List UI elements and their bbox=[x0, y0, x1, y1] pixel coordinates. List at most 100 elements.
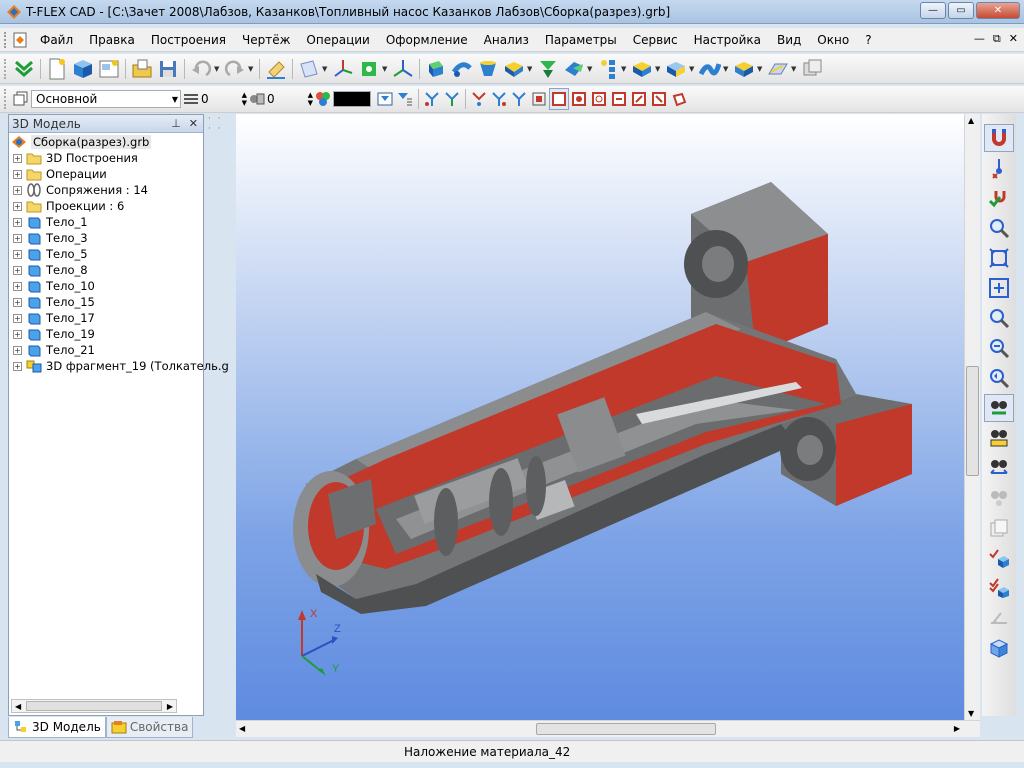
menu-settings[interactable]: Настройка bbox=[686, 33, 769, 47]
snap-point-icon[interactable] bbox=[984, 154, 1014, 182]
tree-expander[interactable]: + bbox=[13, 329, 22, 339]
tree-expander[interactable]: + bbox=[13, 249, 22, 259]
fillet-icon[interactable] bbox=[629, 56, 655, 82]
scroll-up-arrow-icon[interactable]: ▲ bbox=[968, 116, 974, 125]
close-button[interactable]: ✕ bbox=[976, 2, 1020, 19]
tab-properties[interactable]: Свойства bbox=[105, 717, 194, 738]
tree-expander[interactable]: + bbox=[13, 217, 22, 227]
select-surface-icon[interactable] bbox=[629, 88, 649, 110]
scroll-left-arrow-icon[interactable]: ◀ bbox=[239, 724, 245, 733]
lcs-icon[interactable] bbox=[330, 56, 356, 82]
view-options-icon[interactable] bbox=[799, 56, 825, 82]
tree-expander[interactable]: + bbox=[13, 361, 22, 371]
splitter-grip[interactable]: · · · · bbox=[208, 114, 232, 134]
document-icon[interactable] bbox=[12, 32, 28, 48]
zoom-extents-icon[interactable] bbox=[984, 244, 1014, 272]
tree-expander[interactable]: + bbox=[13, 169, 22, 179]
open-file-icon[interactable] bbox=[129, 56, 155, 82]
rotation-icon[interactable] bbox=[449, 56, 475, 82]
menu-analysis[interactable]: Анализ bbox=[476, 33, 537, 47]
tree-expander[interactable]: + bbox=[13, 297, 22, 307]
zoom-view-icon[interactable] bbox=[984, 454, 1014, 482]
boolean-icon[interactable] bbox=[561, 56, 587, 82]
tree-expander[interactable]: + bbox=[13, 153, 22, 163]
select-solid-icon[interactable] bbox=[669, 88, 689, 110]
mdi-close-button[interactable]: ✕ bbox=[1009, 32, 1018, 46]
select-constraint-icon[interactable] bbox=[609, 88, 629, 110]
color-palette-icon[interactable] bbox=[313, 88, 333, 110]
menu-operations[interactable]: Операции bbox=[298, 33, 377, 47]
select-vertex-icon[interactable] bbox=[469, 88, 489, 110]
new-drawing-icon[interactable] bbox=[96, 56, 122, 82]
toolbar-grip-2[interactable] bbox=[4, 89, 8, 109]
vertical-scroll-thumb[interactable] bbox=[966, 366, 979, 476]
tree-expander[interactable]: + bbox=[13, 201, 22, 211]
toolbar-grip[interactable] bbox=[4, 58, 8, 79]
tree-item-body[interactable]: + Тело_21 bbox=[9, 342, 203, 358]
tab-3d-model[interactable]: 3D Модель bbox=[8, 717, 106, 738]
measure-icon[interactable] bbox=[984, 604, 1014, 632]
tree-item-body[interactable]: + Тело_1 bbox=[9, 214, 203, 230]
menu-parameters[interactable]: Параметры bbox=[537, 33, 625, 47]
select-edge-icon[interactable] bbox=[489, 88, 509, 110]
menu-help[interactable]: ? bbox=[857, 33, 879, 47]
select-body-icon[interactable] bbox=[549, 88, 569, 110]
panel-pin-button[interactable]: ⊥ bbox=[171, 117, 181, 130]
tree-expander[interactable]: + bbox=[13, 233, 22, 243]
shell-icon[interactable] bbox=[731, 56, 757, 82]
select-operation-icon[interactable] bbox=[569, 88, 589, 110]
sweep-icon[interactable] bbox=[501, 56, 527, 82]
minimize-button[interactable]: — bbox=[920, 2, 946, 19]
tree-expander[interactable]: + bbox=[13, 265, 22, 275]
redo-icon[interactable] bbox=[222, 56, 248, 82]
mdi-restore-button[interactable]: ⧉ bbox=[993, 32, 1001, 46]
pan-view-icon[interactable] bbox=[984, 424, 1014, 452]
menu-view[interactable]: Вид bbox=[769, 33, 809, 47]
sheet-metal-icon[interactable] bbox=[765, 56, 791, 82]
tree-root[interactable]: Сборка(разрез).grb bbox=[9, 134, 203, 150]
tree-item-constraints[interactable]: + Сопряжения : 14 bbox=[9, 182, 203, 198]
tree-item-body[interactable]: + Тело_8 bbox=[9, 262, 203, 278]
select-multiple-icon[interactable] bbox=[984, 574, 1014, 602]
tree-expander[interactable]: + bbox=[13, 345, 22, 355]
spiral-icon[interactable] bbox=[535, 56, 561, 82]
zoom-out-icon[interactable] bbox=[984, 334, 1014, 362]
priority-spinner[interactable]: 0 ▲ ▼ bbox=[267, 90, 313, 108]
select-face-icon[interactable] bbox=[509, 88, 529, 110]
tree-item-body[interactable]: + Тело_5 bbox=[9, 246, 203, 262]
tree-item-body[interactable]: + Тело_19 bbox=[9, 326, 203, 342]
tree-item-body[interactable]: + Тело_10 bbox=[9, 278, 203, 294]
axis-icon[interactable] bbox=[390, 56, 416, 82]
color-swatch[interactable] bbox=[333, 91, 371, 107]
tree-item-body[interactable]: + Тело_17 bbox=[9, 310, 203, 326]
select-loop-icon[interactable] bbox=[529, 88, 549, 110]
undo-icon[interactable] bbox=[188, 56, 214, 82]
tree-expander[interactable]: + bbox=[13, 185, 22, 195]
zoom-all-icon[interactable] bbox=[984, 274, 1014, 302]
menu-formatting[interactable]: Оформление bbox=[378, 33, 476, 47]
copy-view-icon[interactable] bbox=[984, 514, 1014, 542]
filter-icon[interactable] bbox=[375, 88, 395, 110]
mdi-minimize-button[interactable]: — bbox=[974, 32, 985, 46]
panel-close-button[interactable]: ✕ bbox=[189, 117, 198, 130]
select-objects-icon[interactable] bbox=[984, 544, 1014, 572]
tree-horizontal-scrollbar[interactable]: ◀ ▶ bbox=[11, 699, 177, 713]
profile-icon[interactable] bbox=[356, 56, 382, 82]
scroll-thumb[interactable] bbox=[26, 701, 162, 711]
menu-file[interactable]: Файл bbox=[32, 33, 81, 47]
tree-expander[interactable]: + bbox=[13, 313, 22, 323]
menu-construction[interactable]: Построения bbox=[143, 33, 234, 47]
extrusion-icon[interactable] bbox=[423, 56, 449, 82]
confirm-icon[interactable] bbox=[11, 56, 37, 82]
menu-drawing[interactable]: Чертёж bbox=[234, 33, 298, 47]
menu-service[interactable]: Сервис bbox=[625, 33, 686, 47]
eraser-icon[interactable] bbox=[263, 56, 289, 82]
chamfer-icon[interactable] bbox=[663, 56, 689, 82]
new-file-icon[interactable] bbox=[44, 56, 70, 82]
scroll-right-arrow-icon[interactable]: ▶ bbox=[954, 724, 960, 733]
rotate-view-icon[interactable] bbox=[984, 394, 1014, 422]
loft-icon[interactable] bbox=[475, 56, 501, 82]
viewport-vertical-scrollbar[interactable]: ▲ ▼ bbox=[964, 114, 980, 720]
magnet-snap-icon[interactable] bbox=[984, 124, 1014, 152]
surface-icon[interactable] bbox=[697, 56, 723, 82]
